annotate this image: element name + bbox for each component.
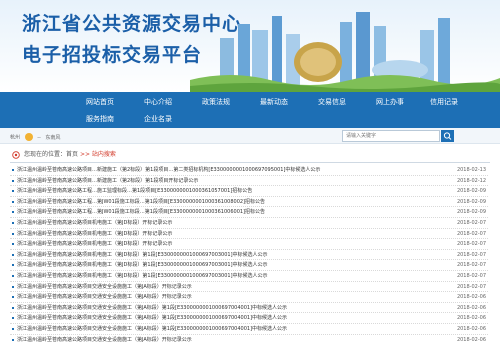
sun-icon	[24, 133, 33, 141]
result-date: 2018-02-12	[456, 177, 486, 184]
breadcrumb-prefix: 您现在的位置：	[24, 151, 67, 158]
nav-home[interactable]: 网站首页	[70, 93, 130, 111]
result-date: 2018-02-13	[456, 167, 486, 173]
result-title-link[interactable]: 浙江温州温岭至苍南高速公路工程…第JW01段施工标段…第1段项目[E330000…	[17, 198, 437, 207]
list-item[interactable]: 浙江温州温岭至苍南高速公路项目机电施工（第JD标段）开标记录公示 2018-02-…	[10, 239, 488, 250]
result-date: 2018-02-09	[456, 188, 486, 195]
bullet-icon	[12, 274, 14, 277]
bullet-icon	[12, 317, 14, 320]
list-item[interactable]: 浙江温州温岭至苍南高速公路项目机电施工（第JD标段）开标记录公示 2018-02-…	[10, 218, 488, 229]
search-results-list: 浙江温州温岭至苍南高速公路项目…新建施工（第2标段）第1段项目…第二类招标机构[…	[10, 165, 488, 343]
list-item[interactable]: 浙江温州温岭至苍南高速公路项目交通安全设施施工（第JA标段）开标记录公示 2018…	[10, 282, 488, 293]
bullet-icon	[12, 169, 14, 171]
result-title-link[interactable]: 浙江温州温岭至苍南高速公路项目交通安全设施施工（第JA标段）第1段[E33000…	[17, 304, 437, 313]
nav-online-service[interactable]: 网上办事	[360, 93, 420, 111]
result-date: 2018-02-07	[456, 262, 486, 269]
result-date: 2018-02-07	[456, 241, 486, 248]
list-item[interactable]: 浙江温州温岭至苍南高速公路项目交通安全设施施工（第JA标段）开标记录公示 2018…	[10, 292, 488, 303]
list-item[interactable]: 浙江温州温岭至苍南高速公路项目交通安全设施施工（第JA标段）第1段[E33000…	[10, 313, 488, 324]
nav-trade-info[interactable]: 交易信息	[302, 93, 362, 111]
weather-temp: --	[37, 134, 41, 141]
breadcrumb-home[interactable]: 首页	[66, 151, 78, 158]
bullet-icon	[12, 179, 14, 182]
nav-credit[interactable]: 信用记录	[414, 93, 474, 111]
bullet-icon	[12, 285, 14, 288]
weather-desc: 东南风	[45, 134, 61, 141]
bullet-icon	[12, 243, 14, 246]
bullet-icon	[12, 306, 14, 309]
bullet-icon	[12, 190, 14, 193]
result-title-link[interactable]: 浙江温州温岭至苍南高速公路项目交通安全设施施工（第JA标段）开标记录公示	[17, 283, 437, 292]
nav-news[interactable]: 最新动态	[244, 93, 304, 111]
list-item[interactable]: 浙江温州温岭至苍南高速公路工程…第JW01段施工标段…第1段项目[E330000…	[10, 207, 488, 218]
bullet-icon	[12, 253, 14, 256]
list-item[interactable]: 浙江温州温岭至苍南高速公路项目…新建施工（第2标段）第1段项目…第二类招标机构[…	[10, 165, 488, 176]
bullet-icon	[12, 264, 14, 267]
breadcrumb-current: 站内搜索	[91, 151, 116, 158]
list-item[interactable]: 浙江温州温岭至苍南高速公路项目机电施工（第JD标段）第1段[E330000000…	[10, 250, 488, 261]
result-date: 2018-02-07	[456, 219, 486, 226]
list-item[interactable]: 浙江温州温岭至苍南高速公路项目交通安全设施施工（第JA标段）开标记录公示 2018…	[10, 335, 488, 343]
weather-widget: 杭州 -- 东南风	[10, 133, 60, 141]
nav-directory[interactable]: 企业名录	[128, 110, 188, 128]
breadcrumb: 您现在的位置：首页 >> 站内搜索	[24, 150, 116, 160]
main-nav: 网站首页 中心介绍 政策法规 最新动态 交易信息 网上办事 信用记录 服务指南 …	[0, 92, 500, 128]
result-title-link[interactable]: 浙江温州温岭至苍南高速公路项目机电施工（第JD标段）开标记录公示	[17, 230, 437, 239]
nav-guide[interactable]: 服务指南	[70, 110, 130, 128]
weather-city: 杭州	[10, 134, 21, 141]
search-icon	[443, 132, 452, 140]
list-item[interactable]: 浙江温州温岭至苍南高速公路项目交通安全设施施工（第JA标段）第1段[E33000…	[10, 324, 488, 335]
search-input[interactable]	[342, 130, 440, 142]
bullet-icon	[12, 232, 14, 235]
result-date: 2018-02-06	[456, 325, 486, 332]
result-title-link[interactable]: 浙江温州温岭至苍南高速公路项目交通安全设施施工（第JA标段）第1段[E33000…	[17, 325, 437, 334]
list-item[interactable]: 浙江温州温岭至苍南高速公路项目机电施工（第JD标段）第1段[E330000000…	[10, 271, 488, 282]
city-skyline-illustration	[190, 12, 500, 92]
result-date: 2018-02-07	[456, 251, 486, 258]
bullet-icon	[12, 211, 14, 214]
header-banner: 浙江省公共资源交易中心 电子招投标交易平台	[0, 0, 500, 92]
result-title-link[interactable]: 浙江温州温岭至苍南高速公路工程…施工监理标段…第1段项目[E3300000001…	[17, 187, 437, 196]
result-date: 2018-02-06	[456, 304, 486, 311]
nav-policy[interactable]: 政策法规	[186, 93, 246, 111]
result-date: 2018-02-07	[456, 272, 486, 279]
site-title-line2: 电子招投标交易平台	[22, 44, 203, 66]
list-item[interactable]: 浙江温州温岭至苍南高速公路项目机电施工（第JD标段）第1段[E330000000…	[10, 260, 488, 271]
result-date: 2018-02-06	[456, 336, 486, 343]
result-date: 2018-02-07	[456, 283, 486, 290]
list-item[interactable]: 浙江温州温岭至苍南高速公路项目…新建施工（第2标段）第1段项目开标记录公示 201…	[10, 176, 488, 187]
result-date: 2018-02-09	[456, 209, 486, 216]
result-date: 2018-02-09	[456, 198, 486, 205]
list-item[interactable]: 浙江温州温岭至苍南高速公路项目交通安全设施施工（第JA标段）第1段[E33000…	[10, 303, 488, 314]
bullet-icon	[12, 200, 14, 203]
list-item[interactable]: 浙江温州温岭至苍南高速公路项目机电施工（第JD标段）开标记录公示 2018-02-…	[10, 229, 488, 240]
result-date: 2018-02-06	[456, 294, 486, 301]
result-title-link[interactable]: 浙江温州温岭至苍南高速公路项目机电施工（第JD标段）开标记录公示	[17, 219, 437, 228]
result-title-link[interactable]: 浙江温州温岭至苍南高速公路项目交通安全设施施工（第JA标段）开标记录公示	[17, 293, 437, 302]
result-title-link[interactable]: 浙江温州温岭至苍南高速公路项目…新建施工（第2标段）第1段项目开标记录公示	[17, 177, 437, 186]
result-title-link[interactable]: 浙江温州温岭至苍南高速公路项目机电施工（第JD标段）第1段[E330000000…	[17, 272, 437, 281]
result-title-link[interactable]: 浙江温州温岭至苍南高速公路项目交通安全设施施工（第JA标段）第1段[E33000…	[17, 314, 437, 323]
divider	[10, 162, 490, 163]
bullet-icon	[12, 338, 14, 341]
result-title-link[interactable]: 浙江温州温岭至苍南高速公路项目…新建施工（第2标段）第1段项目…第二类招标机构[…	[17, 166, 437, 175]
breadcrumb-sep: >>	[78, 151, 92, 158]
bullet-icon	[12, 327, 14, 330]
list-item[interactable]: 浙江温州温岭至苍南高速公路工程…第JW01段施工标段…第1段项目[E330000…	[10, 197, 488, 208]
search-button[interactable]	[441, 130, 454, 142]
result-title-link[interactable]: 浙江温州温岭至苍南高速公路项目交通安全设施施工（第JA标段）开标记录公示	[17, 336, 437, 343]
result-date: 2018-02-07	[456, 230, 486, 237]
list-item[interactable]: 浙江温州温岭至苍南高速公路工程…施工监理标段…第1段项目[E3300000001…	[10, 186, 488, 197]
nav-about[interactable]: 中心介绍	[128, 93, 188, 111]
result-title-link[interactable]: 浙江温州温岭至苍南高速公路工程…第JW01段施工标段…第1段项目[E330000…	[17, 208, 437, 217]
bullet-icon	[12, 296, 14, 299]
result-title-link[interactable]: 浙江温州温岭至苍南高速公路项目机电施工（第JD标段）开标记录公示	[17, 240, 437, 249]
result-title-link[interactable]: 浙江温州温岭至苍南高速公路项目机电施工（第JD标段）第1段[E330000000…	[17, 251, 437, 260]
result-title-link[interactable]: 浙江温州温岭至苍南高速公路项目机电施工（第JD标段）第1段[E330000000…	[17, 261, 437, 270]
result-date: 2018-02-06	[456, 315, 486, 322]
bullet-icon	[12, 221, 14, 224]
location-icon	[12, 151, 20, 159]
